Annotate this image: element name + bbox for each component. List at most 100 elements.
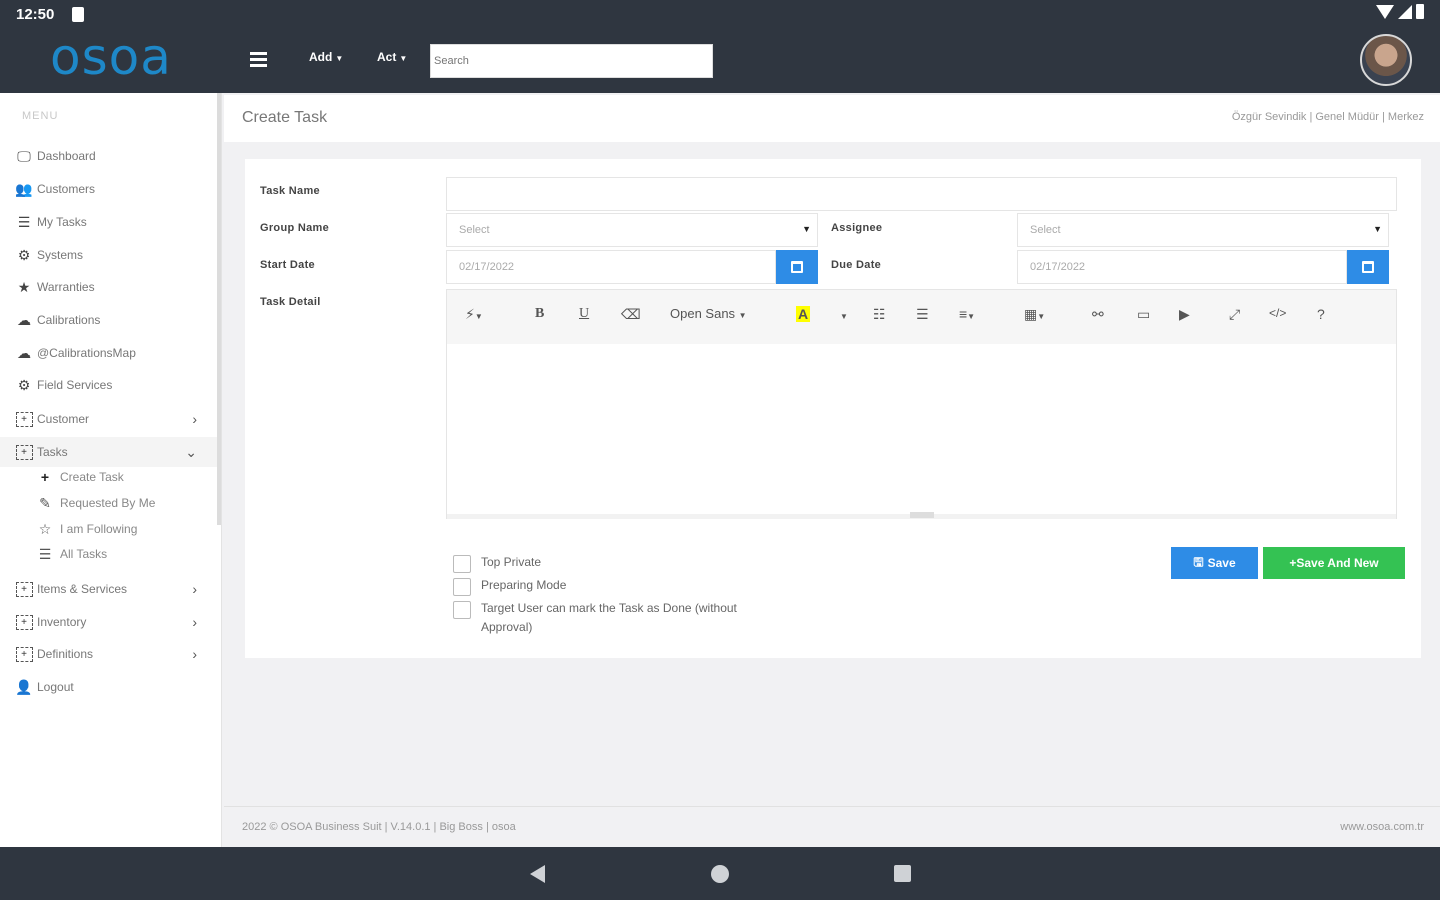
footer: 2022 © OSOA Business Suit | V.14.0.1 | B… xyxy=(224,806,1440,846)
preparing-mode-label: Preparing Mode xyxy=(481,578,567,592)
plus-box-icon: + xyxy=(15,614,33,630)
star-icon: ★ xyxy=(17,278,31,295)
unordered-list-icon[interactable]: ☷ xyxy=(873,306,886,323)
monitor-icon: 🖵 xyxy=(17,147,31,164)
color-dropdown-caret[interactable]: ▼ xyxy=(840,306,848,322)
paragraph-align-icon[interactable]: ≡▼ xyxy=(959,306,975,322)
assignee-label: Assignee xyxy=(831,222,883,234)
list-icon: ☰ xyxy=(38,545,52,562)
editor-content-area[interactable] xyxy=(447,344,1396,514)
start-date-input[interactable]: 02/17/2022 xyxy=(446,250,776,284)
group-name-select[interactable]: Select ▼ xyxy=(446,213,818,247)
signal-icon xyxy=(1398,4,1412,19)
sidebar-subitem-following[interactable]: ☆ I am Following xyxy=(0,517,217,541)
chevron-right-icon: › xyxy=(192,646,197,662)
bold-button[interactable]: B xyxy=(535,306,544,322)
home-icon[interactable] xyxy=(711,865,729,883)
sidebar-item-warranties[interactable]: ★ Warranties xyxy=(0,272,217,302)
editor-toolbar: ⚡▼ B U ⌫ Open Sans ▼ A ▼ ☷ ☰ ≡▼ ▦▼ ⚯ ▭ ▶… xyxy=(447,290,1396,344)
plus-box-icon: + xyxy=(15,411,33,427)
editor-resize-handle[interactable] xyxy=(910,512,934,518)
sidebar-item-dashboard[interactable]: 🖵 Dashboard xyxy=(0,141,217,171)
list-icon: ☰ xyxy=(17,213,31,230)
due-date-calendar-button[interactable] xyxy=(1347,250,1389,284)
plus-box-icon: + xyxy=(15,444,33,460)
sidebar-subitem-requested-by-me[interactable]: ✎ Requested By Me xyxy=(0,491,217,515)
due-date-label: Due Date xyxy=(831,259,882,271)
save-button[interactable]: 🖫 Save xyxy=(1171,547,1258,579)
start-date-calendar-button[interactable] xyxy=(776,250,818,284)
sidebar-item-calibrations[interactable]: ☁ Calibrations xyxy=(0,305,217,335)
fullscreen-icon[interactable]: ⤢ xyxy=(1229,306,1240,323)
sidebar-item-items-services[interactable]: + Items & Services › xyxy=(0,574,217,604)
footer-copyright: 2022 © OSOA Business Suit | V.14.0.1 | B… xyxy=(242,821,516,833)
image-icon[interactable]: ▭ xyxy=(1137,306,1150,323)
sidebar-item-field-services[interactable]: ⚙ Field Services xyxy=(0,370,217,400)
search-input[interactable] xyxy=(430,44,713,78)
caret-down-icon: ▼ xyxy=(335,54,344,63)
sidebar-item-calibrations-map[interactable]: ☁ @CalibrationsMap xyxy=(0,338,217,368)
add-menu[interactable]: Add ▼ xyxy=(309,50,343,64)
ordered-list-icon[interactable]: ☰ xyxy=(916,306,929,323)
gear-icon: ⚙ xyxy=(17,246,31,263)
link-icon[interactable]: ⚯ xyxy=(1092,306,1104,323)
recent-apps-icon[interactable] xyxy=(894,865,911,882)
user-icon: 👤 xyxy=(15,678,33,695)
caret-down-icon: ▼ xyxy=(399,54,408,63)
sidebar-item-customers[interactable]: 👥 Customers xyxy=(0,174,217,204)
sidebar-item-tasks[interactable]: + Tasks ⌄ xyxy=(0,437,217,467)
floppy-icon: 🖫 xyxy=(1193,554,1204,569)
magic-style-icon[interactable]: ⚡▼ xyxy=(465,306,483,323)
start-date-label: Start Date xyxy=(260,259,315,271)
task-name-label: Task Name xyxy=(260,185,320,197)
text-color-button[interactable]: A xyxy=(796,306,811,322)
mark-done-label: Target User can mark the Task as Done (w… xyxy=(481,601,737,615)
chevron-right-icon: › xyxy=(192,411,197,427)
video-icon[interactable]: ▶ xyxy=(1179,306,1190,323)
assignee-select[interactable]: Select ▼ xyxy=(1017,213,1389,247)
chevron-down-icon: ⌄ xyxy=(185,443,197,460)
sidebar-item-customer[interactable]: + Customer › xyxy=(0,404,217,434)
task-detail-label: Task Detail xyxy=(260,296,321,308)
group-name-label: Group Name xyxy=(260,222,330,234)
eraser-icon[interactable]: ⌫ xyxy=(621,306,641,323)
sidebar-subitem-all-tasks[interactable]: ☰ All Tasks xyxy=(0,542,217,566)
task-name-input[interactable] xyxy=(446,177,1397,211)
save-and-new-button[interactable]: +Save And New xyxy=(1263,547,1405,579)
sidebar-subitem-create-task[interactable]: + Create Task xyxy=(0,465,217,489)
act-menu[interactable]: Act ▼ xyxy=(377,50,407,64)
font-family-dropdown[interactable]: Open Sans ▼ xyxy=(670,306,747,321)
help-icon[interactable]: ? xyxy=(1317,306,1325,322)
menu-header: MENU xyxy=(22,110,59,122)
sidebar: MENU 🖵 Dashboard 👥 Customers ☰ My Tasks ⚙ Sy… xyxy=(0,93,222,847)
hamburger-menu-icon[interactable] xyxy=(250,52,267,68)
chevron-right-icon: › xyxy=(192,581,197,597)
back-icon[interactable] xyxy=(530,865,545,883)
sd-card-icon xyxy=(72,7,84,22)
footer-website[interactable]: www.osoa.com.tr xyxy=(1340,821,1424,833)
code-view-icon[interactable]: </> xyxy=(1269,306,1286,320)
sidebar-item-inventory[interactable]: + Inventory › xyxy=(0,607,217,637)
mark-done-checkbox[interactable] xyxy=(453,601,471,619)
sidebar-item-systems[interactable]: ⚙ Systems xyxy=(0,240,217,270)
underline-button[interactable]: U xyxy=(579,306,589,322)
battery-icon xyxy=(1416,4,1424,19)
sidebar-scrollbar[interactable] xyxy=(217,93,221,525)
cloud-icon: ☁ xyxy=(17,311,31,328)
sidebar-item-definitions[interactable]: + Definitions › xyxy=(0,639,217,669)
edit-icon: ✎ xyxy=(39,494,51,511)
plus-box-icon: + xyxy=(15,581,33,597)
sidebar-item-my-tasks[interactable]: ☰ My Tasks xyxy=(0,207,217,237)
preparing-mode-checkbox[interactable] xyxy=(453,578,471,596)
due-date-input[interactable]: 02/17/2022 xyxy=(1017,250,1347,284)
sidebar-item-logout[interactable]: 👤 Logout xyxy=(0,672,217,702)
mark-done-label-cont: Approval) xyxy=(481,620,533,634)
user-avatar[interactable] xyxy=(1360,34,1412,86)
top-private-label: Top Private xyxy=(481,555,542,569)
top-private-checkbox[interactable] xyxy=(453,555,471,573)
app-logo[interactable]: osoa xyxy=(50,28,172,86)
plus-box-icon: + xyxy=(15,646,33,662)
table-icon[interactable]: ▦▼ xyxy=(1024,306,1045,323)
page-heading-bar: Create Task Özgür Sevindik | Genel Müdür… xyxy=(224,95,1440,142)
system-navigation-bar xyxy=(0,847,1440,900)
